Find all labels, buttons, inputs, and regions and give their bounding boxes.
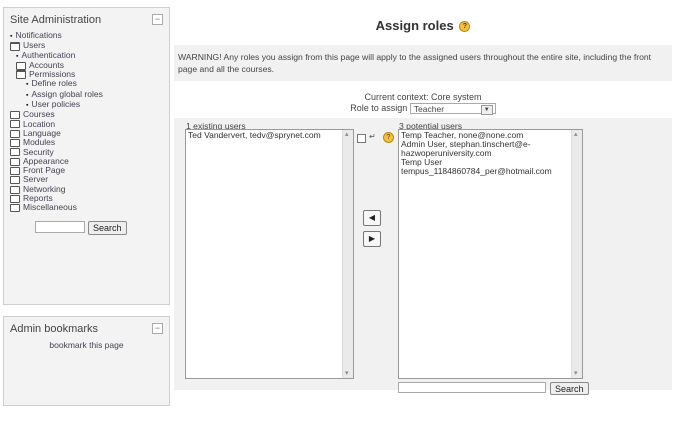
current-context: Current context: Core system xyxy=(364,92,482,102)
warning-message: WARNING! Any roles you assign from this … xyxy=(174,45,672,81)
help-icon[interactable]: ? xyxy=(383,132,394,144)
admin-bookmarks-title: Admin bookmarks xyxy=(10,322,99,335)
folder-icon xyxy=(10,176,20,185)
folder-icon xyxy=(16,61,26,70)
potential-users-list[interactable]: Temp Teacher, none@none.comAdmin User, s… xyxy=(398,129,583,380)
folder-icon xyxy=(10,157,20,166)
collapse-icon[interactable]: − xyxy=(152,14,163,25)
folder-icon xyxy=(10,204,20,213)
sidebar-item-label: Miscellaneous xyxy=(23,202,77,213)
sidebar-item-label: Notifications xyxy=(15,30,62,40)
folder-icon xyxy=(16,70,26,80)
folder-icon xyxy=(10,111,20,120)
admin-search-row: Search xyxy=(35,220,169,235)
role-select[interactable]: Teacher ▼ xyxy=(409,103,496,116)
collapse-icon[interactable]: − xyxy=(152,323,163,334)
list-item[interactable]: Temp User tempus_1184860784_per@hotmail.… xyxy=(401,158,580,176)
site-administration-title: Site Administration xyxy=(10,13,102,26)
list-item[interactable]: Ted Vandervert, tedv@sprynet.com xyxy=(188,131,351,140)
help-icon[interactable]: ? xyxy=(459,21,471,33)
role-label: Role to assign xyxy=(350,103,408,113)
role-select-value: Teacher xyxy=(413,104,445,115)
page-title-text: Assign roles xyxy=(375,18,454,33)
sidebar-item-label: User policies xyxy=(31,99,81,110)
sidebar-item-label: Assign global roles xyxy=(31,88,103,99)
site-administration-block: Site Administration − NotificationsUsers… xyxy=(3,7,170,305)
folder-icon xyxy=(10,120,20,129)
potential-scrollbar[interactable] xyxy=(571,130,582,379)
admin-search-button[interactable]: Search xyxy=(88,220,127,235)
folder-icon xyxy=(10,185,20,194)
remove-user-button[interactable]: ▶ xyxy=(363,231,381,248)
admin-bookmarks-header: Admin bookmarks − xyxy=(4,317,169,337)
list-item[interactable]: Admin User, stephan.tinschert@e-hazwoper… xyxy=(401,140,580,158)
main-content: Assign roles ? WARNING! Any roles you as… xyxy=(174,6,672,396)
potential-search-input[interactable] xyxy=(398,382,546,394)
arrow-icon: ↵ xyxy=(369,132,376,142)
admin-tree: NotificationsUsersAuthenticationAccounts… xyxy=(4,30,169,213)
checkbox[interactable] xyxy=(357,134,366,144)
admin-search-input[interactable] xyxy=(35,220,85,233)
sidebar-item[interactable]: Miscellaneous xyxy=(10,202,169,213)
folder-icon xyxy=(10,148,20,157)
site-administration-header: Site Administration − xyxy=(4,8,169,28)
folder-icon xyxy=(10,139,20,148)
context-info: Current context: Core system Role to ass… xyxy=(174,92,672,116)
potential-search-row: Search xyxy=(398,382,589,396)
potential-search-button[interactable]: Search xyxy=(550,382,589,396)
folder-icon xyxy=(10,194,20,203)
admin-bookmarks-block: Admin bookmarks − bookmark this page xyxy=(3,316,170,406)
role-assignment-panel: 1 existing users Ted Vandervert, tedv@sp… xyxy=(174,118,672,396)
add-user-button[interactable]: ◀ xyxy=(363,210,381,227)
bookmark-this-page-link[interactable]: bookmark this page xyxy=(4,340,169,350)
chevron-down-icon: ▼ xyxy=(480,105,493,116)
folder-icon xyxy=(10,129,20,138)
sidebar-item-label: Define roles xyxy=(31,78,77,89)
existing-scrollbar[interactable] xyxy=(342,130,353,379)
existing-users-list[interactable]: Ted Vandervert, tedv@sprynet.com xyxy=(185,129,354,380)
role-row: Role to assign Teacher ▼ xyxy=(174,103,672,116)
sidebar-item-label: Authentication xyxy=(21,49,76,60)
page-title: Assign roles ? xyxy=(174,18,672,33)
folder-icon xyxy=(10,166,20,175)
